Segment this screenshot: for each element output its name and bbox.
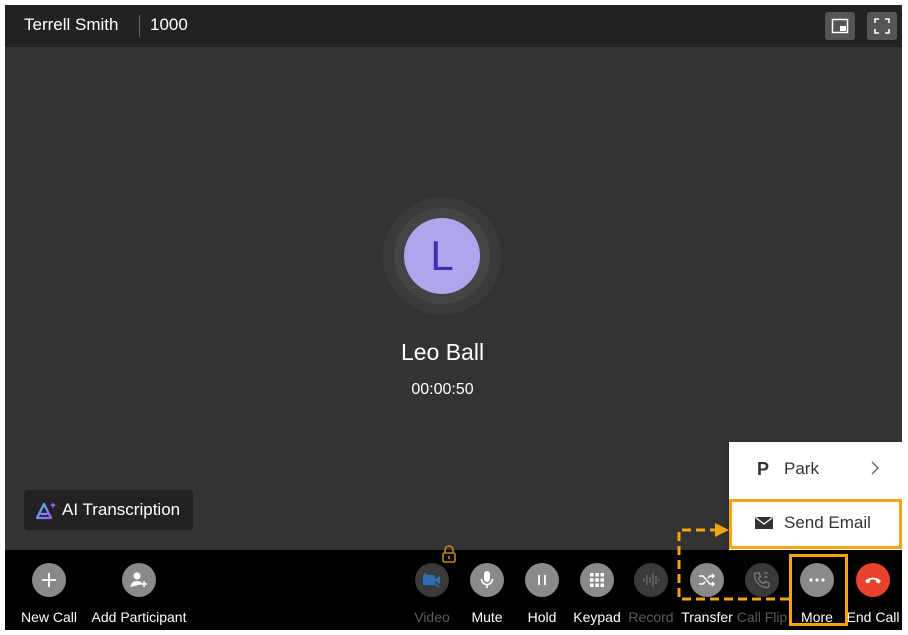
mail-icon [755, 516, 773, 529]
call-header: Terrell Smith 1000 [5, 5, 902, 47]
header-divider [139, 15, 140, 37]
plus-circle [32, 563, 66, 597]
microphone-icon [480, 571, 494, 588]
send-email-label: Send Email [784, 513, 871, 532]
end-call-circle [856, 563, 890, 597]
fullscreen-button[interactable] [867, 12, 897, 40]
shuffle-icon [699, 573, 716, 587]
remote-party-name: Leo Ball [400, 339, 485, 365]
ai-sparkle-icon [35, 502, 57, 520]
avatar-ring-inner: L [394, 208, 490, 304]
waveform-icon [643, 573, 660, 587]
more-dots-icon [809, 578, 825, 582]
more-menu-send-email[interactable]: Send Email [729, 496, 902, 550]
more-menu: P Park Send Email [729, 442, 902, 550]
end-call-button[interactable]: End Call [828, 550, 902, 630]
chevron-right-icon [871, 461, 879, 475]
pause-icon [538, 575, 546, 585]
add-participant-button[interactable]: Add Participant [92, 550, 186, 630]
keypad-icon [590, 573, 604, 587]
extension-number: 1000 [150, 15, 188, 34]
park-label: Park [784, 459, 819, 478]
new-call-button[interactable]: New Call [5, 550, 94, 630]
fullscreen-icon [874, 18, 890, 34]
lock-icon [442, 545, 456, 563]
ai-transcription-label: AI Transcription [62, 500, 181, 519]
avatar-ring: L [383, 197, 501, 315]
more-menu-park[interactable]: P Park [729, 442, 902, 496]
ai-transcription-button[interactable]: AI Transcription [24, 490, 193, 530]
plus-icon [42, 573, 56, 587]
hang-up-icon [865, 577, 881, 584]
video-off-icon [423, 572, 440, 588]
add-participant-circle [122, 563, 156, 597]
call-window: Terrell Smith 1000 L Leo Ball 00:00:50 A… [5, 5, 902, 630]
end-call-label: End Call [846, 609, 900, 625]
add-participant-label: Add Participant [91, 609, 187, 625]
call-duration: 00:00:50 [411, 381, 474, 398]
picture-in-picture-icon [831, 18, 849, 34]
phone-flip-icon [753, 571, 770, 589]
picture-in-picture-button[interactable] [825, 12, 855, 40]
avatar: L [404, 218, 480, 294]
caller-name: Terrell Smith [24, 15, 119, 34]
add-person-icon [130, 572, 147, 587]
park-icon: P [757, 458, 770, 479]
